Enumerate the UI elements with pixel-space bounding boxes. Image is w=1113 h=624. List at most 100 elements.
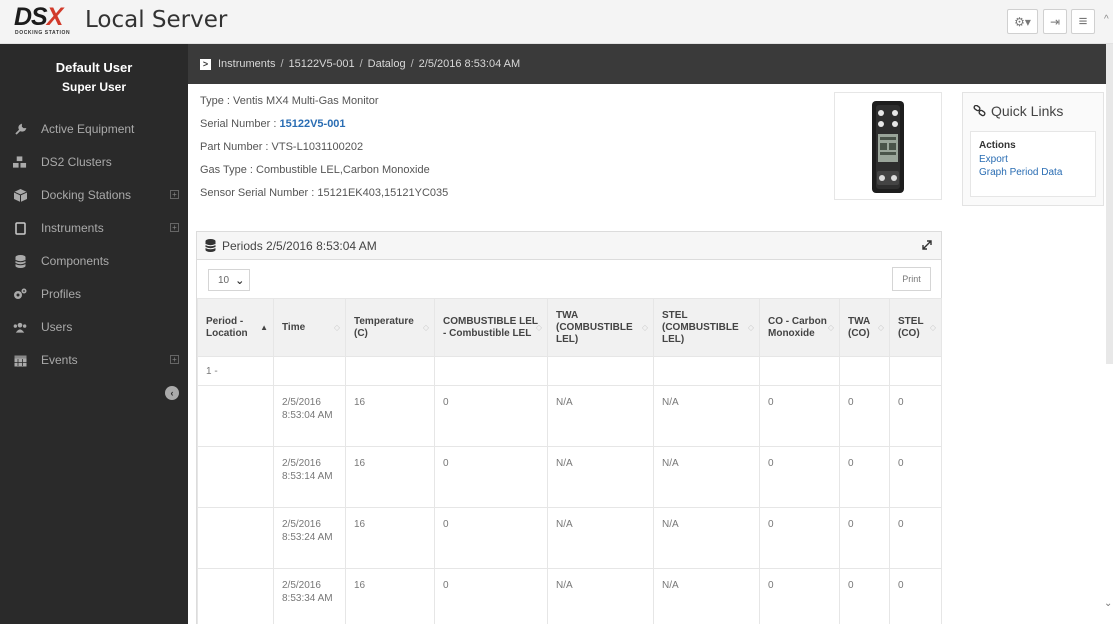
serial-number: Serial Number : 15122V5-001	[200, 118, 346, 130]
table-cell	[839, 356, 890, 386]
column-header-temperature[interactable]: Temperature (C) ◇	[345, 298, 435, 357]
sidebar: Default User Super User Active Equipment…	[0, 44, 188, 624]
database-icon	[205, 239, 216, 252]
periods-panel: Periods 2/5/2016 8:53:04 AM 10 ⌄ Print P…	[196, 231, 942, 624]
sidebar-item-users[interactable]: Users	[0, 312, 188, 342]
serial-number-label: Serial Number :	[200, 118, 280, 130]
page-scrollbar[interactable]	[1106, 44, 1113, 364]
sidebar-item-components[interactable]: Components	[0, 246, 188, 276]
dsx-logo: DSX DOCKING STATION	[14, 3, 80, 40]
user-role: Super User	[61, 80, 127, 94]
sidebar-item-label: Profiles	[41, 287, 82, 301]
link-icon	[973, 105, 986, 117]
sidebar-item-events[interactable]: Events +	[0, 345, 188, 375]
instrument-image	[834, 92, 942, 200]
sidebar-item-instruments[interactable]: Instruments +	[0, 213, 188, 243]
table-cell	[653, 356, 760, 386]
expand-icon[interactable]: +	[170, 190, 179, 199]
table-cell: 16	[345, 446, 435, 508]
logout-button[interactable]: ⇥	[1043, 9, 1067, 34]
column-header-twa-co[interactable]: TWA (CO) ◇	[839, 298, 890, 357]
graph-period-data-link[interactable]: Graph Period Data	[979, 167, 1062, 178]
sort-icon: ◇	[929, 323, 936, 332]
app-title: Local Server	[85, 7, 228, 33]
sidebar-item-docking-stations[interactable]: Docking Stations +	[0, 180, 188, 210]
sidebar-item-label: Instruments	[41, 221, 104, 235]
page-size-select[interactable]: 10 ⌄	[208, 269, 250, 291]
sidebar-item-active-equipment[interactable]: Active Equipment	[0, 114, 188, 144]
scroll-up-icon[interactable]: ^	[1104, 14, 1109, 25]
table-cell: N/A	[653, 507, 760, 569]
periods-table: Period - Location ▲ Time ◇ Temperature (C)…	[197, 298, 942, 624]
table-cell: N/A	[653, 446, 760, 508]
column-header-co[interactable]: CO - Carbon Monoxide ◇	[759, 298, 840, 357]
collapse-sidebar-icon[interactable]: ‹	[165, 386, 179, 400]
table-cell: 0	[889, 507, 942, 569]
column-header-period-location[interactable]: Period - Location ▲	[197, 298, 274, 357]
sort-icon: ◇	[877, 323, 884, 332]
print-button[interactable]: Print	[892, 267, 931, 291]
table-cell: 0	[839, 446, 890, 508]
table-cell: 2/5/2016 8:53:24 AM	[273, 507, 346, 569]
table-cell: N/A	[547, 446, 654, 508]
periods-header: Periods 2/5/2016 8:53:04 AM	[197, 232, 941, 260]
column-header-label: STEL (COMBUSTIBLE LEL)	[662, 309, 739, 345]
column-header-label: TWA (CO)	[848, 315, 870, 339]
database-icon	[13, 254, 27, 268]
sidebar-item-profiles[interactable]: Profiles	[0, 279, 188, 309]
chevron-right-icon[interactable]: >	[200, 58, 211, 70]
expand-icon[interactable]: +	[170, 223, 179, 232]
cogs-icon	[13, 287, 27, 301]
table-cell: 0	[889, 568, 942, 624]
sidebar-item-ds2-clusters[interactable]: DS2 Clusters	[0, 147, 188, 177]
export-link[interactable]: Export	[979, 154, 1008, 165]
serial-number-link[interactable]: 15122V5-001	[279, 118, 345, 130]
table-cell: 0	[434, 507, 548, 569]
quick-links-panel: Quick Links Actions Export Graph Period …	[962, 92, 1104, 206]
scroll-down-icon[interactable]: ⌄	[1104, 598, 1112, 609]
table-cell: 0	[759, 446, 840, 508]
table-cell: N/A	[547, 507, 654, 569]
table-cell	[434, 356, 548, 386]
sort-icon: ◇	[333, 323, 340, 332]
table-cell: 2/5/2016 8:53:04 AM	[273, 385, 346, 447]
sort-icon: ◇	[535, 323, 542, 332]
menu-button[interactable]: ≡	[1071, 9, 1095, 34]
table-cell: 0	[434, 385, 548, 447]
periods-title: Periods 2/5/2016 8:53:04 AM	[222, 238, 377, 253]
column-header-twa-lel[interactable]: TWA (COMBUSTIBLE LEL) ◇	[547, 298, 654, 357]
expand-icon[interactable]	[921, 239, 933, 251]
table-cell: 0	[759, 568, 840, 624]
users-icon	[13, 320, 27, 334]
column-header-label: Period - Location	[206, 315, 248, 339]
table-cell: 0	[434, 568, 548, 624]
chevron-down-icon: ⌄	[235, 274, 245, 287]
column-header-stel-lel[interactable]: STEL (COMBUSTIBLE LEL) ◇	[653, 298, 760, 357]
expand-icon[interactable]: +	[170, 355, 179, 364]
sidebar-item-label: DS2 Clusters	[41, 155, 112, 169]
column-header-stel-co[interactable]: STEL (CO) ◇	[889, 298, 942, 357]
table-cell	[197, 568, 274, 624]
table-cell: 16	[345, 568, 435, 624]
logo-text: DSX	[14, 3, 63, 31]
instrument-type: Type : Ventis MX4 Multi-Gas Monitor	[200, 95, 379, 107]
table-cell	[889, 356, 942, 386]
breadcrumb-item-serial[interactable]: 15122V5-001	[289, 58, 355, 70]
column-header-combustible-lel[interactable]: COMBUSTIBLE LEL - Combustible LEL ◇	[434, 298, 548, 357]
column-header-label: CO - Carbon Monoxide	[768, 315, 827, 339]
settings-dropdown-button[interactable]: ⚙▾	[1007, 9, 1038, 34]
table-cell	[197, 507, 274, 569]
breadcrumb-item-instruments[interactable]: Instruments	[218, 58, 275, 70]
column-header-time[interactable]: Time ◇	[273, 298, 346, 357]
calendar-icon	[13, 353, 27, 367]
table-cell: N/A	[653, 385, 760, 447]
user-name: Default User	[55, 60, 133, 75]
table-cell: N/A	[653, 568, 760, 624]
table-row: 2/5/2016 8:53:04 AM 16 0 N/A N/A 0 0 0	[197, 385, 942, 447]
sidebar-item-label: Users	[41, 320, 73, 334]
table-cell: 2/5/2016 8:53:14 AM	[273, 446, 346, 508]
sidebar-item-label: Components	[41, 254, 110, 268]
table-cell: 0	[759, 507, 840, 569]
breadcrumb-item-datalog[interactable]: Datalog	[368, 58, 406, 70]
gas-monitor-image	[872, 101, 904, 193]
